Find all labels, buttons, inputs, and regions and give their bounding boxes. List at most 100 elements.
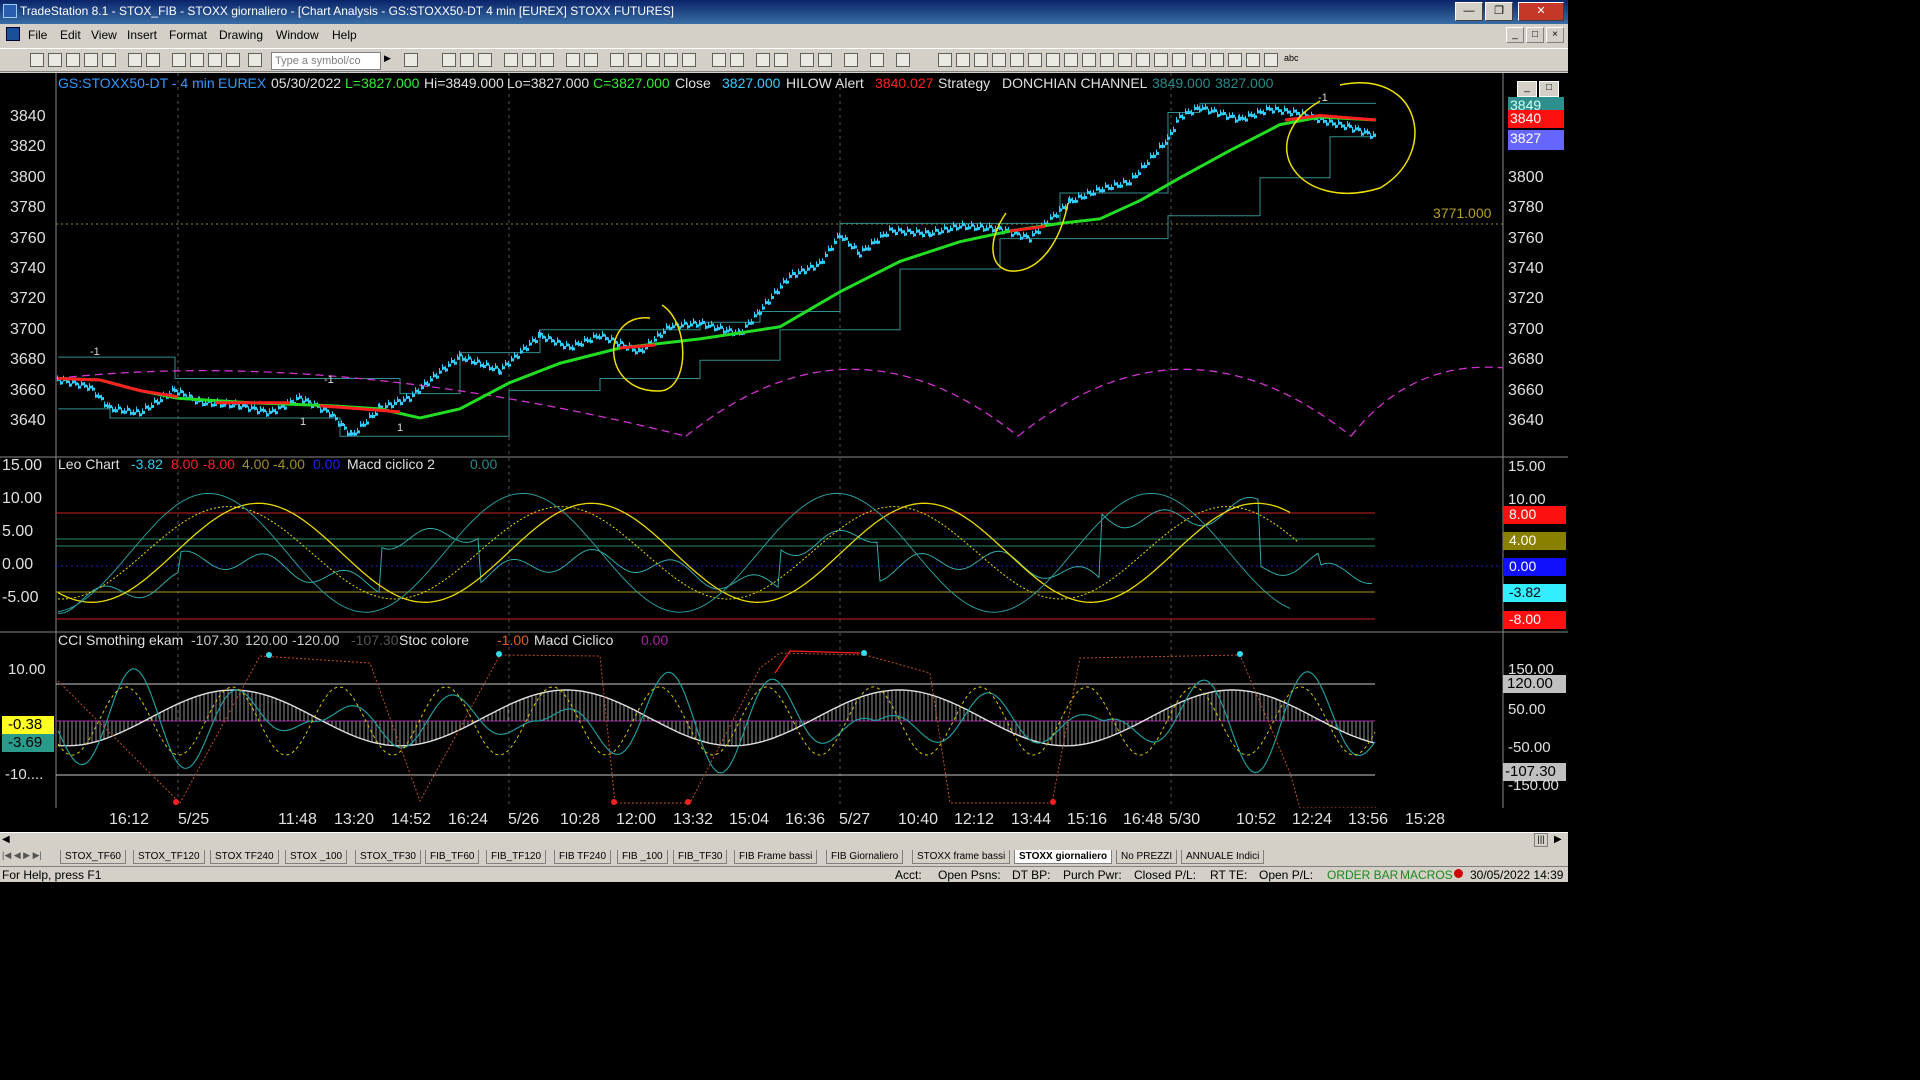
document-icon[interactable] [6, 27, 20, 41]
menu-edit[interactable]: Edit [60, 28, 81, 42]
globe-icon[interactable] [248, 53, 262, 67]
chart-analysis-window[interactable]: -1 -1 1 1 -1 GS:STOXX50-DT - 4 min EUREX… [0, 73, 1568, 808]
workspace-tab[interactable]: STOX _100 [285, 850, 348, 864]
workspace-tab[interactable]: STOX_TF60 [60, 850, 126, 864]
menu-drawing[interactable]: Drawing [219, 28, 263, 42]
chart-canvas[interactable]: -1 -1 1 1 -1 [0, 73, 1568, 808]
copy-icon[interactable] [190, 53, 204, 67]
pointer-icon[interactable] [800, 53, 814, 67]
refresh-icon[interactable] [566, 53, 580, 67]
menu-view[interactable]: View [91, 28, 117, 42]
menu-format[interactable]: Format [169, 28, 207, 42]
price-bar [848, 240, 849, 247]
zoom-bars-in-icon[interactable] [712, 53, 726, 67]
menu-window[interactable]: Window [276, 28, 319, 42]
matrix-icon[interactable] [478, 53, 492, 67]
andrews-icon[interactable] [1118, 53, 1132, 67]
candle-chart-icon[interactable] [628, 53, 642, 67]
trendline-icon[interactable] [938, 53, 952, 67]
radar-screen-icon[interactable] [460, 53, 474, 67]
zoom-bars-out-icon[interactable] [730, 53, 744, 67]
go-arrow-icon[interactable]: ▶ [384, 53, 398, 67]
scroll-right-icon[interactable]: ▶ [1554, 834, 1562, 845]
crosshair-icon[interactable] [818, 53, 832, 67]
symbol-lookup-icon[interactable] [404, 53, 418, 67]
horizontal-line-icon[interactable] [956, 53, 970, 67]
bar-chart-icon[interactable] [610, 53, 624, 67]
workspace-icon[interactable] [102, 53, 116, 67]
workspace-tab[interactable]: FIB TF240 [554, 850, 612, 864]
tab-nav-icons[interactable]: |◀ ◀ ▶ ▶| [2, 850, 42, 861]
cut-icon[interactable] [172, 53, 186, 67]
data-window-icon[interactable] [584, 53, 598, 67]
doc-minimize-button[interactable]: _ [1506, 27, 1524, 43]
menu-file[interactable]: File [28, 28, 47, 42]
menu-help[interactable]: Help [332, 28, 357, 42]
workspace-tab[interactable]: FIB Frame bassi [734, 850, 818, 864]
gann-fan-icon[interactable] [1064, 53, 1078, 67]
doc-restore-button[interactable]: □ [1526, 27, 1544, 43]
zoom-out-icon[interactable] [774, 53, 788, 67]
symbol-input[interactable]: Type a symbol/co [271, 52, 381, 70]
format-symbol-icon[interactable] [540, 53, 554, 67]
new-icon[interactable] [30, 53, 44, 67]
channel-icon[interactable] [992, 53, 1006, 67]
order-icon[interactable] [870, 53, 884, 67]
status-order-bar[interactable]: ORDER BAR [1327, 868, 1398, 882]
save-all-icon[interactable] [84, 53, 98, 67]
kagi-icon[interactable] [682, 53, 696, 67]
alert-icon[interactable] [896, 53, 910, 67]
status-macros[interactable]: MACROS [1400, 868, 1453, 882]
horizontal-scrollbar[interactable]: ◀ ||| ▶ [0, 832, 1568, 848]
print-preview-icon[interactable] [146, 53, 160, 67]
arrow-up-icon[interactable] [1192, 53, 1206, 67]
text-tool-icon[interactable]: abc [1284, 53, 1306, 67]
zoom-in-icon[interactable] [756, 53, 770, 67]
pencil-icon[interactable] [1172, 53, 1186, 67]
scroll-thumb[interactable]: ||| [1534, 833, 1548, 847]
save-icon[interactable] [66, 53, 80, 67]
workspace-tab[interactable]: No PREZZI [1116, 850, 1178, 864]
paste-icon[interactable] [226, 53, 240, 67]
workspace-tab[interactable]: FIB_TF60 [425, 850, 480, 864]
speed-lines-icon[interactable] [1082, 53, 1096, 67]
menu-insert[interactable]: Insert [127, 28, 157, 42]
scroll-left-icon[interactable]: ◀ [2, 834, 10, 845]
tools-icon[interactable] [844, 53, 858, 67]
workspace-tab[interactable]: ANNUALE Indici [1181, 850, 1265, 864]
print-icon[interactable] [128, 53, 142, 67]
arrow-down-icon[interactable] [1210, 53, 1224, 67]
chart-window-icon[interactable] [442, 53, 456, 67]
lock-icon[interactable] [208, 53, 222, 67]
workspace-tab[interactable]: FIB Giornaliero [826, 850, 904, 864]
fib-retracement-icon[interactable] [1010, 53, 1024, 67]
maximize-button[interactable]: ❐ [1485, 2, 1513, 21]
fib-extension-icon[interactable] [1028, 53, 1042, 67]
rectangle-icon[interactable] [1264, 53, 1278, 67]
fib-time-icon[interactable] [1046, 53, 1060, 67]
cycle-lines-icon[interactable] [1136, 53, 1150, 67]
workspace-tab[interactable]: FIB _100 [617, 850, 668, 864]
vertical-line-icon[interactable] [974, 53, 988, 67]
panel-minimize-icon[interactable]: _ [1517, 81, 1537, 97]
workspace-tab[interactable]: STOX_TF120 [133, 850, 205, 864]
workspace-tab[interactable]: STOXX giornaliero [1014, 850, 1113, 864]
workspace-tab[interactable]: FIB_TF30 [673, 850, 728, 864]
minimize-button[interactable]: — [1455, 2, 1483, 21]
ellipse-icon[interactable] [1246, 53, 1260, 67]
point-figure-icon[interactable] [664, 53, 678, 67]
workspace-tab[interactable]: STOXX frame bassi [912, 850, 1011, 864]
workspace-tab[interactable]: FIB_TF120 [486, 850, 547, 864]
workspace-tab[interactable]: STOX_TF30 [355, 850, 421, 864]
open-icon[interactable] [48, 53, 62, 67]
workspace-tab[interactable]: STOX TF240 [210, 850, 279, 864]
arc-icon[interactable] [1154, 53, 1168, 67]
close-button[interactable]: ✕ [1518, 2, 1564, 21]
arrow-icon[interactable] [1228, 53, 1242, 67]
insert-strategy-icon[interactable] [522, 53, 536, 67]
panel-restore-icon[interactable]: □ [1539, 81, 1559, 97]
regression-icon[interactable] [1100, 53, 1114, 67]
doc-close-button[interactable]: × [1546, 27, 1564, 43]
insert-indicator-icon[interactable] [504, 53, 518, 67]
line-chart-icon[interactable] [646, 53, 660, 67]
